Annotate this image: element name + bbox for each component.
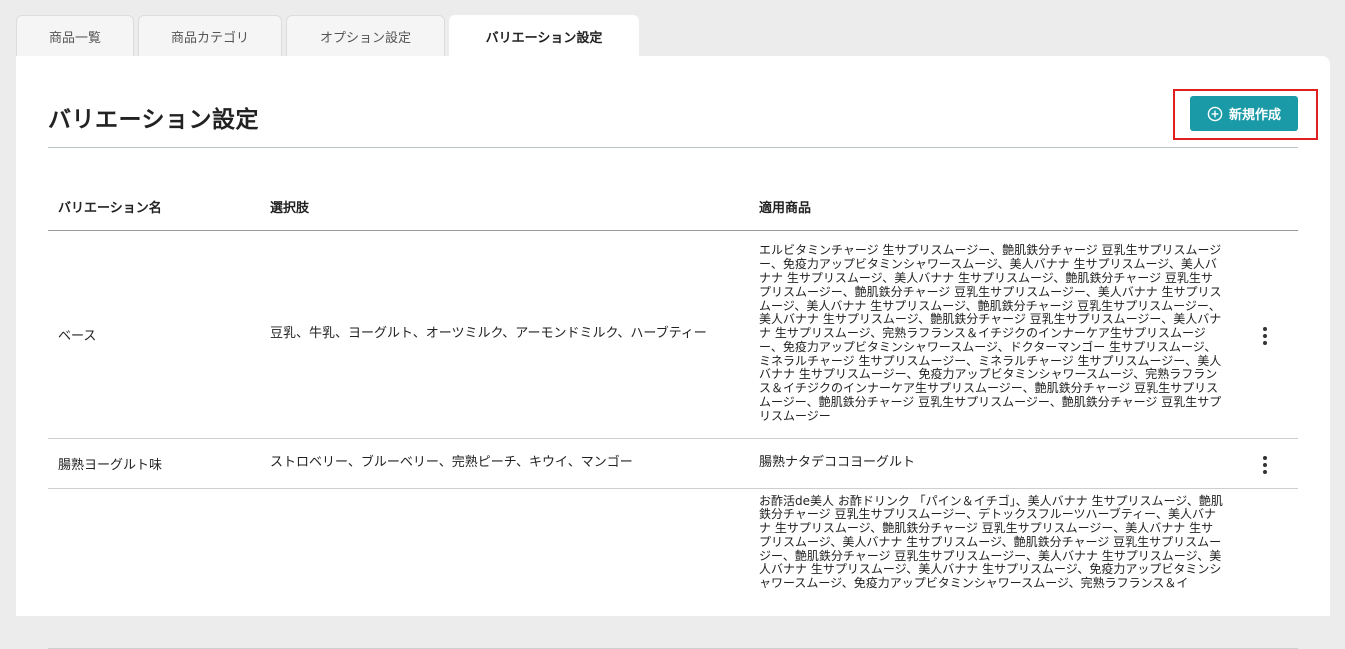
row-actions [1232, 438, 1298, 489]
table-row[interactable]: ベース 豆乳、牛乳、ヨーグルト、オーツミルク、アーモンドミルク、ハーブティー エ… [48, 230, 1298, 439]
table-row[interactable]: 腸熟ヨーグルト味 ストロベリー、ブルーベリー、完熟ピーチ、キウイ、マンゴー 腸熟… [48, 438, 1298, 489]
column-header-actions [1232, 184, 1298, 231]
variation-products: 腸熟ナタデココヨーグルト [749, 438, 1232, 489]
variation-name: ベース [48, 230, 260, 439]
variation-choices [260, 488, 749, 649]
new-button-label: 新規作成 [1228, 108, 1281, 123]
variation-products: エルビタミンチャージ 生サプリスムージー、艶肌鉄分チャージ 豆乳生サプリスムージ… [749, 230, 1232, 439]
main-panel: バリエーション設定 新規作成 バリエーション名 選択肢 適用商品 ベース 豆乳、… [16, 56, 1330, 649]
tab-product-category[interactable]: 商品カテゴリ [138, 15, 282, 56]
column-header-choices: 選択肢 [260, 184, 749, 231]
tab-product-list[interactable]: 商品一覧 [16, 15, 134, 56]
table-header-row: バリエーション名 選択肢 適用商品 [48, 184, 1298, 231]
variation-name: 腸熟ヨーグルト味 [48, 438, 260, 489]
tab-variation-settings[interactable]: バリエーション設定 [449, 15, 639, 57]
variation-products: お酢活de美人 お酢ドリンク 「パイン＆イチゴ」、美人バナナ 生サプリスムージ、… [749, 488, 1232, 649]
page-title: バリエーション設定 [48, 107, 260, 133]
title-divider [48, 147, 1298, 148]
column-header-products: 適用商品 [749, 184, 1232, 231]
table-row[interactable]: お酢活de美人 お酢ドリンク 「パイン＆イチゴ」、美人バナナ 生サプリスムージ、… [48, 488, 1298, 649]
new-button[interactable]: 新規作成 [1190, 96, 1298, 131]
variation-name [48, 488, 260, 649]
plus-circle-icon [1207, 106, 1223, 121]
row-actions [1232, 230, 1298, 439]
tab-option-settings[interactable]: オプション設定 [286, 15, 445, 56]
row-actions [1232, 488, 1298, 649]
tab-bar: 商品一覧 商品カテゴリ オプション設定 バリエーション設定 [16, 15, 639, 57]
kebab-menu-icon[interactable] [1255, 324, 1275, 348]
kebab-menu-icon[interactable] [1255, 453, 1275, 477]
variation-table: バリエーション名 選択肢 適用商品 ベース 豆乳、牛乳、ヨーグルト、オーツミルク… [48, 184, 1298, 649]
variation-choices: 豆乳、牛乳、ヨーグルト、オーツミルク、アーモンドミルク、ハーブティー [260, 230, 749, 439]
variation-choices: ストロベリー、ブルーベリー、完熟ピーチ、キウイ、マンゴー [260, 438, 749, 489]
column-header-name: バリエーション名 [48, 184, 260, 231]
